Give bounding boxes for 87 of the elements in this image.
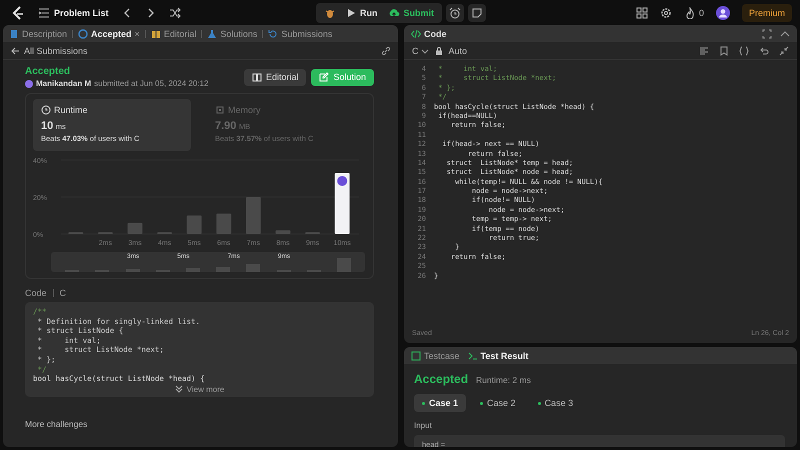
case-tab[interactable]: Case 3 xyxy=(530,394,582,412)
play-icon xyxy=(346,8,356,18)
run-button[interactable]: Run xyxy=(346,8,378,18)
note-icon xyxy=(471,6,483,18)
panel-tab[interactable]: Submissions xyxy=(268,28,332,38)
flask-icon xyxy=(207,28,218,38)
panel-title: Code xyxy=(424,28,446,38)
book-icon xyxy=(150,28,161,38)
code-label: Code xyxy=(25,288,47,298)
bookmark-icon[interactable] xyxy=(719,46,729,56)
settings-icon[interactable] xyxy=(660,6,672,18)
checkbox-icon xyxy=(411,350,421,360)
result-status: Accepted xyxy=(414,372,468,386)
chevron-down-icon xyxy=(420,46,428,54)
streak-count: 0 xyxy=(698,8,704,18)
input-label: Input xyxy=(414,421,433,430)
shuffle-icon[interactable] xyxy=(168,6,181,18)
double-chevron-down-icon xyxy=(174,385,183,394)
avatar-marker-icon xyxy=(337,176,348,186)
bar xyxy=(128,222,142,234)
bar xyxy=(186,216,202,234)
bar xyxy=(276,230,290,234)
panel-tab[interactable]: Testcase xyxy=(411,350,460,360)
lock-icon xyxy=(434,46,442,54)
collapse-icon[interactable] xyxy=(780,28,790,38)
more-challenges-heading: More challenges xyxy=(25,418,88,429)
alarm-clock-icon xyxy=(449,6,461,18)
cloud-upload-icon xyxy=(388,6,400,18)
clock-icon xyxy=(41,105,51,115)
edit-icon xyxy=(319,72,330,82)
status-dot-icon xyxy=(480,402,484,404)
align-icon[interactable] xyxy=(699,46,709,56)
grid-icon[interactable] xyxy=(636,6,648,18)
status-dot-icon xyxy=(538,402,541,404)
submit-button[interactable]: Submit xyxy=(388,6,434,18)
status-dot-icon xyxy=(422,402,425,404)
undo-icon[interactable] xyxy=(759,46,769,56)
mode-label: Auto xyxy=(448,46,468,56)
mini-bar xyxy=(216,267,230,272)
clock-icon xyxy=(78,28,88,38)
premium-button[interactable]: Premium xyxy=(742,4,792,22)
editorial-button[interactable]: Editorial xyxy=(244,68,306,86)
mini-bar xyxy=(246,264,260,272)
stat-value: 10 xyxy=(41,120,54,132)
panel-tab[interactable]: Editorial xyxy=(150,28,196,38)
expand-icon[interactable] xyxy=(762,28,772,38)
arrow-left-icon xyxy=(10,46,20,56)
panel-tab[interactable]: Test Result xyxy=(468,350,528,360)
list-icon xyxy=(38,6,50,18)
history-icon xyxy=(268,28,278,38)
panel-tab[interactable]: Description xyxy=(9,28,68,38)
link-icon[interactable] xyxy=(381,46,391,56)
view-more-button[interactable]: View more xyxy=(174,384,224,394)
document-icon xyxy=(9,28,19,38)
mini-bar xyxy=(336,258,351,272)
runtime-text: Runtime: 2 ms xyxy=(476,375,531,385)
stat-title: Runtime xyxy=(54,105,88,115)
chip-icon xyxy=(215,105,225,115)
logo-icon[interactable] xyxy=(10,4,26,20)
problem-list-button[interactable]: Problem List xyxy=(38,6,109,18)
submission-status: Accepted xyxy=(25,66,72,77)
language-label: C xyxy=(60,288,66,298)
bar xyxy=(216,214,232,234)
language-dropdown[interactable]: C xyxy=(412,46,428,56)
username[interactable]: Manikandan M xyxy=(36,79,92,88)
close-tab-button[interactable]: × xyxy=(134,28,140,38)
mini-bar xyxy=(186,268,200,272)
stat-value: 7.90 xyxy=(215,120,236,132)
book-icon xyxy=(252,72,262,82)
stat-title: Memory xyxy=(228,105,261,115)
panel-tab[interactable]: Accepted xyxy=(78,28,132,38)
all-submissions-link[interactable]: All Submissions xyxy=(10,46,88,56)
avatar-icon xyxy=(25,80,33,88)
bar xyxy=(334,172,350,234)
code-icon xyxy=(411,28,421,38)
flame-icon[interactable] xyxy=(684,6,696,18)
avatar-icon[interactable] xyxy=(716,6,730,20)
case-tab[interactable]: Case 2 xyxy=(472,394,524,412)
case-tab[interactable]: Case 1 xyxy=(414,394,466,412)
shrink-icon[interactable] xyxy=(779,46,789,56)
bar xyxy=(246,197,261,234)
terminal-icon xyxy=(468,350,478,360)
panel-tab[interactable]: Solutions xyxy=(207,28,258,38)
braces-icon[interactable] xyxy=(739,46,749,56)
submission-time: submitted at Jun 05, 2024 20:12 xyxy=(94,79,208,88)
note-button[interactable] xyxy=(468,4,486,22)
alarm-clock-button[interactable] xyxy=(446,4,464,22)
